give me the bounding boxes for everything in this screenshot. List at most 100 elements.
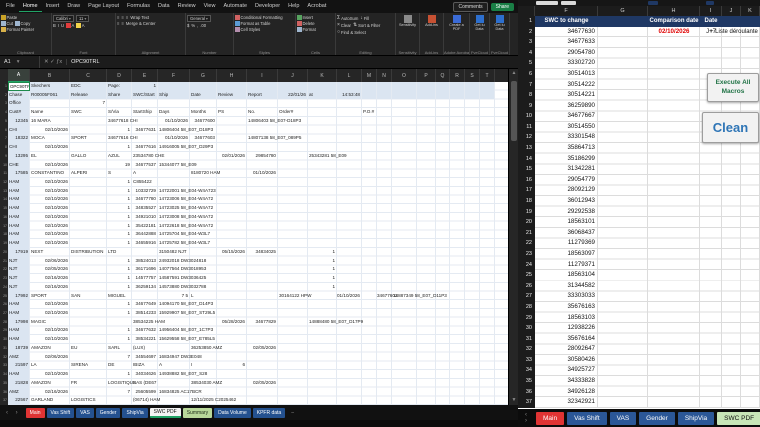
decimal-icon[interactable]: .00 [200,23,206,28]
date-header[interactable]: Date [700,16,722,27]
cell-j25[interactable]: 30164122 HPW [279,292,311,301]
column-header-b[interactable]: B [30,69,70,82]
swc-to-change-header[interactable]: SWC to change [535,16,598,27]
cell-b30[interactable]: 02/10/2026 [30,335,68,344]
cell-a25[interactable]: 17992 [8,292,28,301]
sheet-nav-arrows[interactable]: ‹ › [522,412,533,424]
row-header-1[interactable]: 1 [518,16,532,27]
row-header-15[interactable]: 15 [0,204,8,213]
column-header-i[interactable]: I [247,69,278,82]
formula-bar-value[interactable]: OPC90TRL [67,59,99,65]
cell-d17[interactable]: 1 [107,222,130,231]
menu-tab-developer[interactable]: Developer [251,1,284,12]
cell-e36[interactable]: 25605599 [132,388,156,397]
cell-e14[interactable]: 34677780 [132,195,156,204]
sheet-tab-shipvia[interactable]: ShipVia [677,411,715,425]
cell-e11[interactable]: A [133,169,136,178]
swc-value-cell-f22[interactable]: 11279369 [535,238,595,249]
cell-b8[interactable]: 02/10/2026 [30,143,68,152]
cell-b26[interactable]: 02/10/2026 [30,300,68,309]
cell-f7[interactable]: 01/10/2026 [158,134,188,143]
cell-h20[interactable]: 05/15/2026 [217,248,245,257]
row-header-28[interactable]: 28 [0,318,8,327]
scroll-up-icon[interactable]: ▲ [509,69,518,78]
cell-a9[interactable]: 13295 [8,152,28,161]
row-header-17[interactable]: 17 [0,222,8,231]
cell-f17[interactable]: 14722618 58_E04-W4A72 [159,222,213,231]
clean-button[interactable]: Clean [702,112,759,143]
row-header-11[interactable]: 11 [518,122,532,133]
cell-a17[interactable]: HAM [9,222,19,231]
fill-color-icon[interactable]: A [76,23,85,28]
cell-e13[interactable]: 10332729 [132,187,156,196]
column-header-e[interactable]: E [132,69,158,82]
column-header-f[interactable]: F [158,69,190,82]
swc-value-cell-f8[interactable]: 30514221 [535,90,595,101]
cell-a34[interactable]: HAM [9,370,19,379]
cell-a28[interactable]: 17998 [8,318,28,327]
get-data-icon[interactable]: Get lu Data [471,15,488,32]
cell-g5[interactable]: 34677600 [190,117,215,126]
swc-value-cell-f29[interactable]: 18563103 [535,313,595,324]
row-header-8[interactable]: 8 [0,143,8,152]
swc-value-cell-f25[interactable]: 18563104 [535,270,595,281]
row-header-30[interactable]: 30 [518,323,532,334]
cell-b12[interactable]: 02/10/2026 [30,178,68,187]
cell-f16[interactable]: 14723008 58_E04-W4A72 [159,213,213,222]
cell-c20[interactable]: DISTRIBUTION [71,248,103,257]
row-header-24[interactable]: 24 [0,283,8,292]
row-header-32[interactable]: 32 [0,353,8,362]
row-header-6[interactable]: 6 [0,126,8,135]
cell-a29[interactable]: HAM [9,326,19,335]
cell-a21[interactable]: NJT [9,257,17,266]
cell-a11[interactable]: 17585 [8,169,28,178]
row-header-6[interactable]: 6 [518,69,532,80]
swc-value-cell-f20[interactable]: 18563101 [535,217,595,228]
swc-value-cell-f14[interactable]: 35186299 [535,154,595,165]
cell-b37[interactable]: GARLAND [31,396,53,405]
share-button[interactable]: Share [490,2,514,11]
cell-c31[interactable]: EU [71,344,77,353]
cell-f22[interactable]: 14077564 DW3018953 [159,265,206,274]
cell-f13[interactable]: 14722001 58_E04-W4A723 [159,187,216,196]
autosum-icon[interactable]: Σ AutoSum [337,15,358,21]
cell-f24[interactable]: 14573880 DW3032788 [159,283,206,292]
row-header-19[interactable]: 19 [518,207,532,218]
row-header-12[interactable]: 12 [518,132,532,143]
cell-b11[interactable]: CONSTANTINO [31,169,64,178]
percent-icon[interactable]: % [191,23,195,28]
cell-a24[interactable]: NJT [9,283,17,292]
row-header-25[interactable]: 25 [0,292,8,301]
row-header-8[interactable]: 8 [518,90,532,101]
menu-tab-data[interactable]: Data [154,1,174,12]
sheet-tab-item[interactable]: – [287,408,298,418]
format-cells-icon[interactable]: Format [297,27,316,32]
cell-e12[interactable]: C855422 [133,178,152,187]
sheet-tab-swc-pdf[interactable]: SWC PDF [149,407,181,418]
cell-b16[interactable]: 02/10/2026 [30,213,68,222]
cell-b20[interactable]: NEXT [31,248,43,257]
cell-k22[interactable]: 1 [308,265,335,274]
cell-e8[interactable]: 34677616 [132,143,156,152]
row-header-18[interactable]: 18 [0,230,8,239]
font-name-combo[interactable]: Calibri ▾ [53,15,74,22]
merge-center-icon[interactable]: Merge & Center [126,21,156,26]
swc-value-cell-f3[interactable]: 34677633 [535,37,595,48]
cell-d21[interactable]: 1 [107,257,130,266]
swc-value-cell-f5[interactable]: 33302720 [535,58,595,69]
font-size-combo[interactable]: 11 ▾ [75,15,90,22]
align-center-icon[interactable]: ≡ [121,21,123,26]
cell-a15[interactable]: HAM [9,204,19,213]
cell-a7[interactable]: 18322 [8,134,28,143]
cell-f36[interactable]: 16834825 AC17BCR [159,388,202,397]
row-header-33[interactable]: 33 [518,355,532,366]
row-header-15[interactable]: 15 [518,164,532,175]
row-header-11[interactable]: 11 [0,169,8,178]
cell-g2[interactable]: Date [191,91,201,100]
cell-c7[interactable]: SPORT [71,134,87,143]
cell-a18[interactable]: HAM [9,230,19,239]
cell-b25[interactable]: SPORT [31,292,47,301]
cell-i28[interactable]: 34677829 [247,318,276,327]
row-header-20[interactable]: 20 [0,248,8,257]
row-header-37[interactable]: 37 [0,396,8,405]
